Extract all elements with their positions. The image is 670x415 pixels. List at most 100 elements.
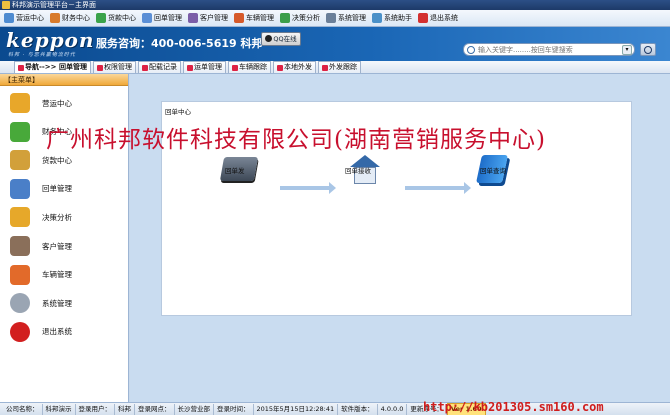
window-titlebar: 科邦演示管理平台－主界面 [0,0,670,10]
menu-item-label: 车辆管理 [246,14,274,22]
menu-item-label: 货款中心 [108,14,136,22]
brand-slogan: 科邦 · 与您共赢物流时代 [8,52,76,58]
receipt-query-label: 回单查询 [480,167,506,175]
tab-1[interactable]: 权限管理 [92,61,136,73]
tab-5[interactable]: 本地外发 [272,61,316,73]
customer-icon [10,236,30,256]
assistant-icon [372,13,382,23]
sidebar-item-label: 决策分析 [42,212,72,222]
menu-item-6[interactable]: 决策分析 [280,13,320,23]
tab-label: 车辆跟踪 [238,63,267,71]
search-button[interactable] [640,43,656,56]
status-cell: 科邦 [115,403,135,415]
menu-item-label: 营运中心 [16,14,44,22]
sidebar-item-label: 车辆管理 [42,270,72,280]
tab-label: 运单管理 [193,63,222,71]
tab-3[interactable]: 运单管理 [182,61,226,73]
tab-4[interactable]: 车辆跟踪 [227,61,271,73]
tab-icon [321,64,328,71]
sidebar-item-5[interactable]: 客户管理 [10,235,72,257]
tab-icon [18,64,24,71]
system-icon [326,13,336,23]
ops-center-icon [4,13,14,23]
menu-item-3[interactable]: 回单管理 [142,13,182,23]
chevron-down-icon[interactable]: ▾ [622,45,632,55]
payment-icon [96,13,106,23]
app-icon [2,1,10,9]
sidebar-item-label: 系统管理 [42,298,72,308]
truck-icon [234,13,244,23]
search-box: ▾ [463,43,635,56]
sidebar-item-8[interactable]: 退出系统 [10,321,72,343]
menu-item-label: 回单管理 [154,14,182,22]
finance-icon [10,121,30,142]
status-cell: 登录网点： [135,403,175,415]
tab-label: 外发跟踪 [328,63,357,71]
status-cell: 2015年5月15日12:28:41 [254,403,339,415]
tab-strip: 导航-->> 回单管理 权限管理 配载记录 运单管理 车辆跟踪 本地外发 外发跟踪 [0,61,670,74]
sidebar-item-0[interactable]: 营运中心 [10,92,72,114]
status-cell: 登录用户： [76,403,115,415]
url-watermark: http://kb201305.sm160.com [423,400,604,414]
ops-center-icon [10,93,30,113]
menu-item-0[interactable]: 营运中心 [4,13,44,23]
menu-item-8[interactable]: 系统助手 [372,13,412,23]
analysis-icon [10,207,30,228]
receipt-send-label: 回单发 [225,167,245,175]
menu-item-5[interactable]: 车辆管理 [234,13,274,23]
menu-item-4[interactable]: 客户管理 [188,13,228,23]
sidebar-item-6[interactable]: 车辆管理 [10,264,72,286]
menu-item-7[interactable]: 系统管理 [326,13,366,23]
search-icon [467,46,475,54]
brand-logo: keppon [6,28,95,52]
sidebar-header: 【主菜单】 [0,74,128,86]
exit-icon [418,13,428,23]
tab-label: 本地外发 [283,63,312,71]
tab-0[interactable]: 导航-->> 回单管理 [14,61,91,73]
tab-icon [186,64,193,71]
power-icon [10,321,30,342]
search-input[interactable] [478,45,618,55]
tab-icon [276,64,283,71]
menu-item-label: 财务中心 [62,14,90,22]
menu-item-1[interactable]: 财务中心 [50,13,90,23]
finance-icon [50,13,60,23]
flow-arrow [405,182,471,194]
tab-icon [141,64,148,71]
receipt-icon [142,13,152,23]
tab-6[interactable]: 外发跟踪 [317,61,361,73]
gear-icon [10,293,30,314]
customer-icon [188,13,198,23]
qq-icon [265,35,273,42]
company-watermark: 广州科邦软件科技有限公司(湖南营销服务中心) [46,127,546,153]
menu-item-label: 系统助手 [384,14,412,22]
analysis-icon [280,13,290,23]
sidebar-item-label: 营运中心 [42,98,72,108]
tab-label: 权限管理 [103,63,132,71]
menu-item-9[interactable]: 退出系统 [418,13,458,23]
menu-item-2[interactable]: 货款中心 [96,13,136,23]
receipt-icon [10,178,30,199]
qq-label: QQ在线 [273,35,297,43]
receipt-receive-label: 回单接收 [345,167,371,175]
status-cell: 长沙营业部 [175,403,214,415]
top-menu-bar: 营运中心 财务中心 货款中心 回单管理 客户管理 车辆管理 决策分析 系统管理 系统助手 退出系统 [0,10,670,27]
service-hotline: 服务咨询：400-006-5619 科邦 [96,37,263,50]
tab-2[interactable]: 配载记录 [137,61,181,73]
status-cell: 科邦演示 [43,403,76,415]
sidebar-item-label: 回单管理 [42,184,72,194]
tab-icon [231,64,238,71]
sidebar-item-4[interactable]: 决策分析 [10,206,72,228]
panel-title: 回单中心 [165,108,191,116]
flow-arrow [280,182,336,194]
status-cell: 公司名称： [3,403,43,415]
sidebar-item-7[interactable]: 系统管理 [10,292,72,314]
truck-icon [10,264,30,285]
menu-item-label: 客户管理 [200,14,228,22]
tab-label: 导航-->> 回单管理 [25,63,87,71]
qq-online-button[interactable]: QQ在线 [261,32,301,46]
sidebar-item-3[interactable]: 回单管理 [10,178,72,200]
window-title: 科邦演示管理平台－主界面 [12,1,96,9]
menu-item-label: 系统管理 [338,14,366,22]
tab-icon [96,64,103,71]
